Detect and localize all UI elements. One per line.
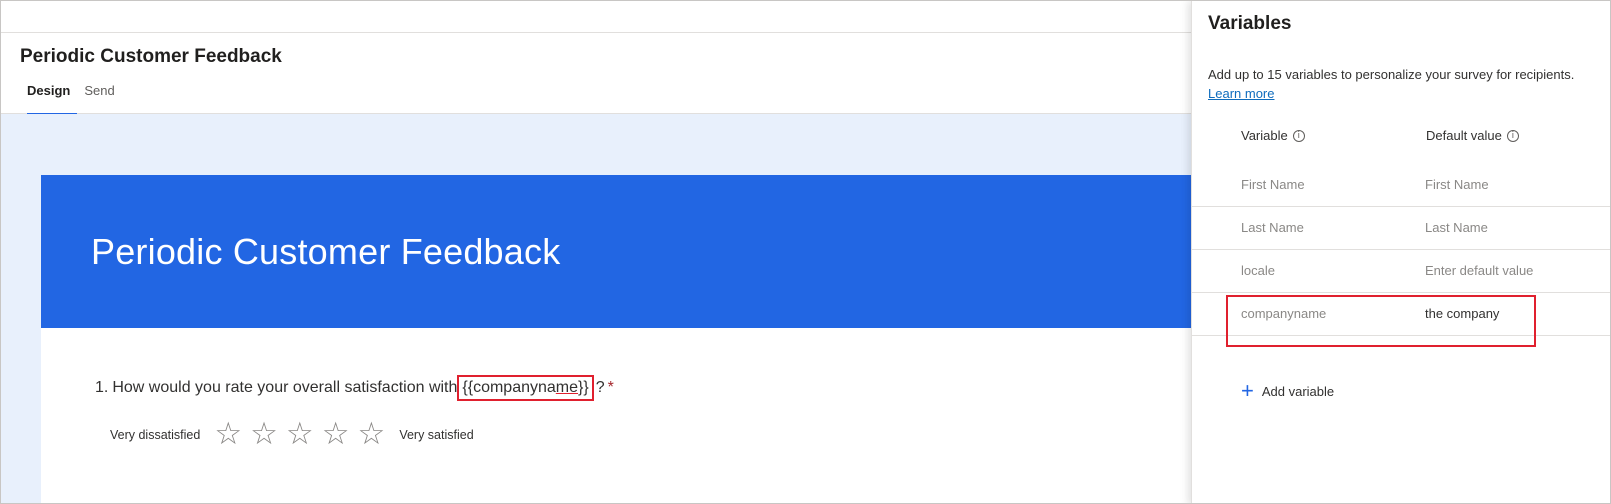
variable-token-part1: {{companyna [462,379,556,396]
survey-banner-title: Periodic Customer Feedback [91,231,561,272]
variable-token: {{companyname}} [457,375,594,401]
question-text: How would you rate your overall satisfac… [112,379,458,396]
panel-title: Variables [1208,13,1292,34]
star-icon[interactable]: ☆ [322,419,350,450]
variable-default-input[interactable]: Last Name [1425,220,1488,235]
question-suffix: ? [595,379,605,396]
survey-card: Periodic Customer Feedback 1. How would … [41,175,1191,503]
highlight-box [1226,295,1536,347]
column-header-variable-label: Variable [1241,128,1288,143]
page-header: Periodic Customer Feedback Design Send [1,33,1191,115]
variable-name-input[interactable]: Last Name [1241,220,1304,235]
column-header-default-label: Default value [1426,128,1502,143]
variables-panel: Variables Add up to 15 variables to pers… [1191,1,1610,503]
variable-default-input[interactable]: First Name [1425,177,1489,192]
question-1[interactable]: 1. How would you rate your overall satis… [95,375,614,401]
column-header-default: Default value i [1426,128,1519,143]
survey-canvas: Periodic Customer Feedback 1. How would … [1,114,1191,503]
star-rating: Very dissatisfied ☆ ☆ ☆ ☆ ☆ Very satisfi… [110,419,474,450]
variable-name-input[interactable]: locale [1241,263,1275,278]
variable-name-input[interactable]: First Name [1241,177,1305,192]
variable-row: locale Enter default value [1192,249,1610,293]
variable-row: Last Name Last Name [1192,206,1610,250]
required-mark: * [607,379,614,396]
add-variable-button[interactable]: + Add variable [1241,380,1334,402]
variable-default-input[interactable]: Enter default value [1425,263,1533,278]
app-frame: Periodic Customer Feedback Design Send P… [0,0,1611,504]
tab-send[interactable]: Send [77,83,121,105]
tab-bar: Design Send [20,83,122,115]
star-icon[interactable]: ☆ [286,419,314,450]
top-strip [1,1,1191,33]
star-icon[interactable]: ☆ [214,419,242,450]
tab-design[interactable]: Design [20,83,78,115]
rating-high-label: Very satisfied [399,427,474,442]
plus-icon: + [1241,378,1254,403]
rating-low-label: Very dissatisfied [110,427,201,442]
info-icon[interactable]: i [1506,129,1519,142]
page-title: Periodic Customer Feedback [20,46,282,67]
variable-token-part2: me [555,379,579,396]
learn-more-link[interactable]: Learn more [1208,86,1274,101]
question-number: 1. [95,379,109,396]
variable-token-part3: }} [578,379,589,396]
panel-description: Add up to 15 variables to personalize yo… [1208,65,1608,103]
add-variable-label: Add variable [1261,383,1335,399]
column-header-variable: Variable i [1241,128,1305,143]
variable-row: First Name First Name [1192,163,1610,207]
stars: ☆ ☆ ☆ ☆ ☆ [214,419,385,450]
info-icon[interactable]: i [1292,129,1305,142]
star-icon[interactable]: ☆ [250,419,278,450]
panel-description-text: Add up to 15 variables to personalize yo… [1208,67,1575,82]
survey-banner[interactable]: Periodic Customer Feedback [41,175,1191,328]
star-icon[interactable]: ☆ [358,419,386,450]
